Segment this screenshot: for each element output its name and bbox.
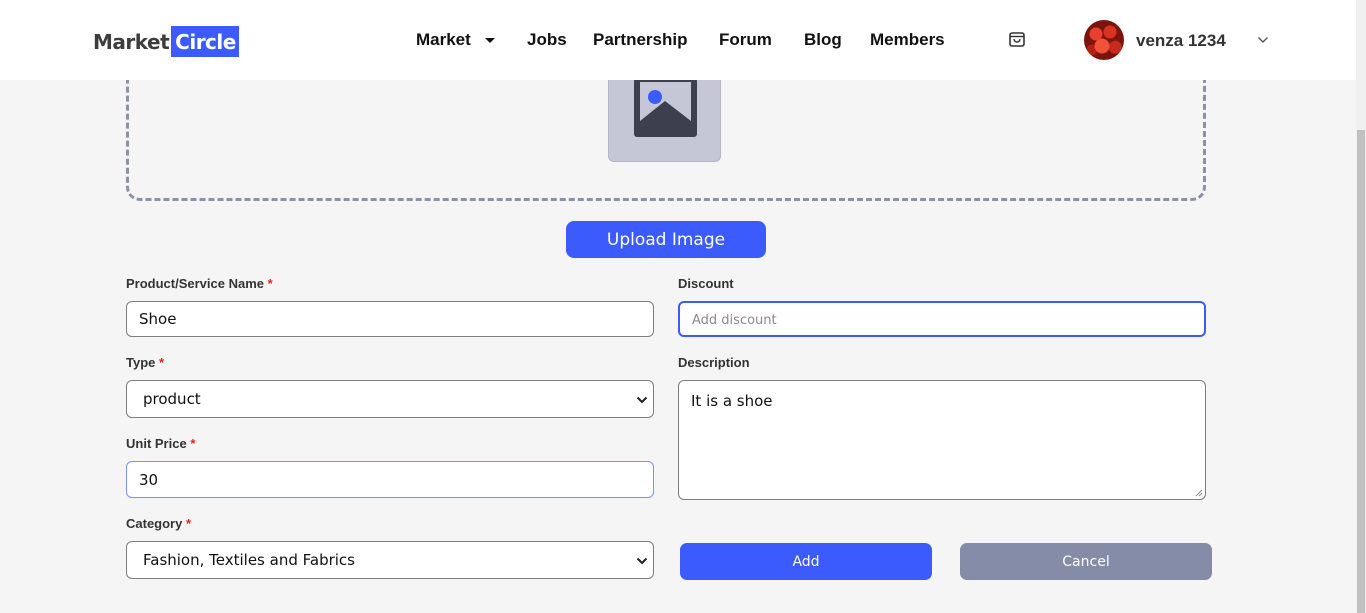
logo-text-market: Market <box>93 29 170 54</box>
nav-jobs[interactable]: Jobs <box>527 30 567 50</box>
cancel-button[interactable]: Cancel <box>960 543 1212 580</box>
nav-market[interactable]: Market <box>416 30 471 50</box>
unit-price-label: Unit Price * <box>126 436 195 451</box>
user-name[interactable]: venza 1234 <box>1136 31 1226 51</box>
market-circle-logo[interactable]: Market Circle <box>93 26 239 57</box>
user-avatar[interactable] <box>1084 20 1124 60</box>
discount-label: Discount <box>678 276 734 291</box>
required-mark: * <box>190 436 196 451</box>
type-select[interactable]: product <box>126 380 654 418</box>
category-label-text: Category <box>126 516 183 531</box>
market-dropdown-caret-icon[interactable] <box>485 38 495 43</box>
nav-blog[interactable]: Blog <box>804 30 842 50</box>
shopping-bag-icon[interactable] <box>1007 28 1027 48</box>
page-scrollbar-thumb[interactable] <box>1357 130 1365 613</box>
description-label: Description <box>678 355 750 370</box>
logo-text-circle: Circle <box>171 26 239 57</box>
type-label-text: Type <box>126 355 156 370</box>
product-name-label-text: Product/Service Name <box>126 276 265 291</box>
top-navbar: Market Circle Market Jobs Partnership Fo… <box>0 0 1356 80</box>
required-mark: * <box>159 355 165 370</box>
unit-price-label-text: Unit Price <box>126 436 187 451</box>
type-select-wrapper: product <box>126 380 654 418</box>
product-name-label: Product/Service Name * <box>126 276 273 291</box>
upload-image-button[interactable]: Upload Image <box>566 221 766 258</box>
category-select[interactable]: Fashion, Textiles and Fabrics <box>126 541 654 579</box>
required-mark: * <box>185 516 192 531</box>
nav-partnership[interactable]: Partnership <box>593 30 687 50</box>
chevron-down-icon[interactable] <box>1257 35 1269 45</box>
type-label: Type * <box>126 355 164 370</box>
product-name-input[interactable] <box>126 301 654 337</box>
nav-forum[interactable]: Forum <box>719 30 772 50</box>
description-textarea[interactable]: It is a shoe <box>678 380 1206 500</box>
add-button[interactable]: Add <box>680 543 932 580</box>
category-select-wrapper: Fashion, Textiles and Fabrics <box>126 541 654 579</box>
nav-members[interactable]: Members <box>870 30 945 50</box>
required-mark: * <box>267 276 273 291</box>
unit-price-input[interactable] <box>126 461 654 498</box>
category-label: Category * <box>126 516 191 531</box>
discount-input[interactable] <box>678 301 1206 337</box>
